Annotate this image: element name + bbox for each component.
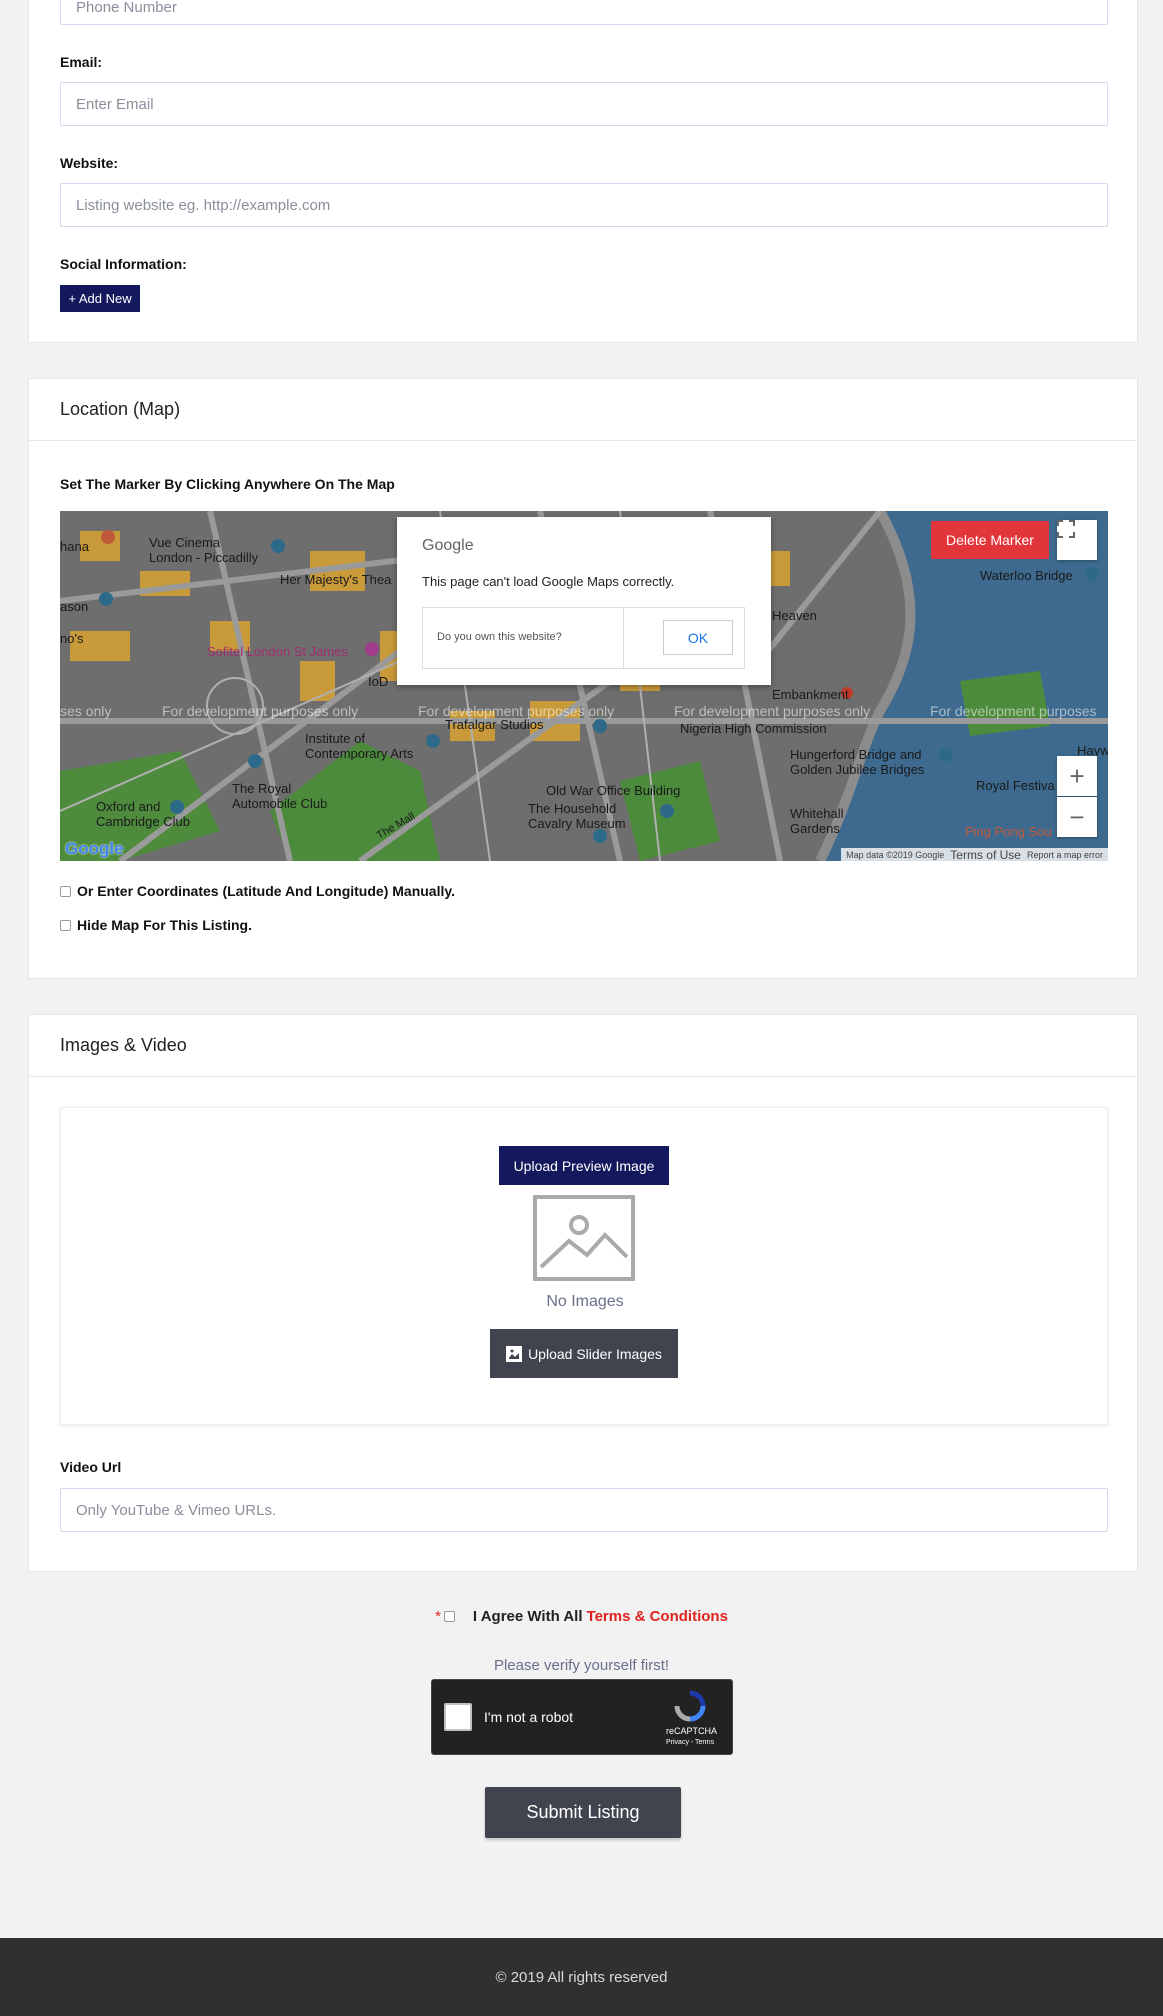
email-label: Email: xyxy=(60,54,103,70)
upload-slider-images-label: Upload Slider Images xyxy=(528,1345,662,1362)
map-instruction: Set The Marker By Clicking Anywhere On T… xyxy=(60,476,395,492)
terms-checkbox[interactable] xyxy=(443,1611,455,1622)
map-place-ping-pong: Ping Pong Sou xyxy=(965,824,1052,839)
map-place-royal-festival: Royal Festiva xyxy=(976,778,1055,793)
coords-checkbox[interactable] xyxy=(60,885,71,897)
map-dev-watermark-4: For development purposes xyxy=(930,703,1097,719)
phone-input[interactable]: Phone Number xyxy=(60,0,1108,25)
recaptcha-brand: reCAPTCHA xyxy=(666,1726,718,1736)
fullscreen-icon[interactable] xyxy=(1057,520,1097,560)
map-dev-watermark-1: For development purposes only xyxy=(162,703,359,719)
hide-map-checkbox-row[interactable]: Hide Map For This Listing. xyxy=(60,917,252,933)
google-dialog-box: Do you own this website? OK xyxy=(422,607,745,669)
map-dev-watermark-3: For development purposes only xyxy=(674,703,871,719)
map-attribution: Map data ©2019 Google Terms of Use Repor… xyxy=(841,848,1108,861)
website-input[interactable]: Listing website eg. http://example.com xyxy=(60,183,1108,227)
map-data-text: Map data ©2019 Google xyxy=(846,849,945,860)
google-dialog-ok-button[interactable]: OK xyxy=(663,620,733,655)
media-title: Images & Video xyxy=(29,1015,1137,1077)
google-logo: Google xyxy=(422,537,474,554)
map-place-sofitel: Sofitel London St James xyxy=(207,644,348,659)
social-label: Social Information: xyxy=(60,256,187,272)
recaptcha-label: I'm not a robot xyxy=(484,1709,574,1725)
location-title: Location (Map) xyxy=(29,379,1137,441)
required-asterisk: * xyxy=(435,1608,441,1625)
no-images-text: No Images xyxy=(546,1293,624,1310)
map-place-iod: IoD xyxy=(368,674,389,689)
terms-of-use-link[interactable]: Terms of Use xyxy=(950,848,1021,862)
image-placeholder-icon xyxy=(533,1195,635,1281)
map-place-ason: ason xyxy=(60,599,89,614)
verify-message: Please verify yourself first! xyxy=(493,1657,670,1674)
hide-map-checkbox-label: Hide Map For This Listing. xyxy=(77,917,252,933)
recaptcha-privacy-terms[interactable]: Privacy - Terms xyxy=(666,1739,714,1746)
map-place-hana: hana xyxy=(60,539,89,554)
contact-card: Phone Number Email: Enter Email Website:… xyxy=(28,0,1138,343)
video-url-input[interactable]: Only YouTube & Vimeo URLs. xyxy=(60,1488,1108,1532)
map-place-trafalgar: Trafalgar Studios xyxy=(445,717,544,732)
video-url-label: Video Url xyxy=(60,1459,122,1475)
map-dev-watermark-0: ses only xyxy=(60,703,112,719)
map-place-vue-cinema: Vue Cinema London - Piccadilly xyxy=(149,535,259,565)
terms-agreement-row: * I Agree With All Terms & Conditions xyxy=(0,1608,1163,1625)
map-place-waterloo: Waterloo Bridge xyxy=(980,568,1073,583)
map-place-old-war: Old War Office Building xyxy=(546,783,681,798)
add-social-button[interactable]: + Add New xyxy=(60,285,140,312)
website-label: Website: xyxy=(60,155,119,171)
google-maps-error-message: This page can't load Google Maps correct… xyxy=(422,574,675,589)
submit-listing-button[interactable]: Submit Listing xyxy=(485,1787,681,1838)
map-place-oxford: Oxford and Cambridge Club xyxy=(96,799,190,829)
map-place-embankment: Embankment xyxy=(772,687,849,702)
terms-conditions-link[interactable]: Terms & Conditions xyxy=(587,1608,728,1625)
copyright-text: © 2019 All rights reserved xyxy=(495,1968,668,1986)
location-card: Location (Map) Set The Marker By Clickin… xyxy=(28,378,1138,979)
zoom-out-icon[interactable]: − xyxy=(1057,797,1097,837)
google-maps-error-dialog: Google This page can't load Google Maps … xyxy=(397,517,771,685)
upload-preview-image-button[interactable]: Upload Preview Image xyxy=(499,1146,669,1185)
coords-checkbox-label: Or Enter Coordinates (Latitude And Longi… xyxy=(77,883,455,899)
map-place-whitehall: Whitehall Gardens xyxy=(790,806,844,836)
image-upload-area: Upload Preview Image No Images Upload Sl… xyxy=(60,1107,1108,1425)
page-footer: © 2019 All rights reserved xyxy=(0,1938,1163,2016)
hide-map-checkbox[interactable] xyxy=(60,919,71,931)
map-place-nos: no's xyxy=(60,631,84,646)
coords-checkbox-row[interactable]: Or Enter Coordinates (Latitude And Longi… xyxy=(60,883,455,899)
own-website-question: Do you own this website? xyxy=(437,631,562,643)
image-upload-icon xyxy=(506,1345,523,1362)
google-map-logo: Google xyxy=(65,839,124,858)
zoom-in-icon[interactable]: + xyxy=(1057,756,1097,796)
map-place-heaven: Heaven xyxy=(772,608,817,623)
map-place-household: The Household Cavalry Museum xyxy=(528,801,626,831)
email-input[interactable]: Enter Email xyxy=(60,82,1108,126)
recaptcha-checkbox[interactable] xyxy=(444,1703,472,1731)
map-place-institute: Institute of Contemporary Arts xyxy=(305,731,414,761)
map-place-nigeria: Nigeria High Commission xyxy=(680,721,827,736)
recaptcha-widget: I'm not a robot reCAPTCHA Privacy - Term… xyxy=(431,1679,733,1755)
google-map[interactable]: hana Vue Cinema London - Piccadilly Her … xyxy=(60,511,1108,861)
map-place-her-majesty: Her Majesty's Thea xyxy=(280,572,392,587)
delete-marker-button[interactable]: Delete Marker xyxy=(931,521,1049,559)
map-place-royal-automobile: The Royal Automobile Club xyxy=(232,781,328,811)
report-map-error-link[interactable]: Report a map error xyxy=(1027,850,1103,860)
media-card: Images & Video Upload Preview Image No I… xyxy=(28,1014,1138,1572)
terms-agreement-text: I Agree With All xyxy=(472,1608,583,1625)
map-place-hungerford: Hungerford Bridge and Golden Jubilee Bri… xyxy=(790,747,925,777)
recaptcha-logo-icon xyxy=(674,1690,706,1722)
upload-slider-images-button[interactable]: Upload Slider Images xyxy=(490,1329,678,1378)
dialog-divider xyxy=(623,608,624,668)
